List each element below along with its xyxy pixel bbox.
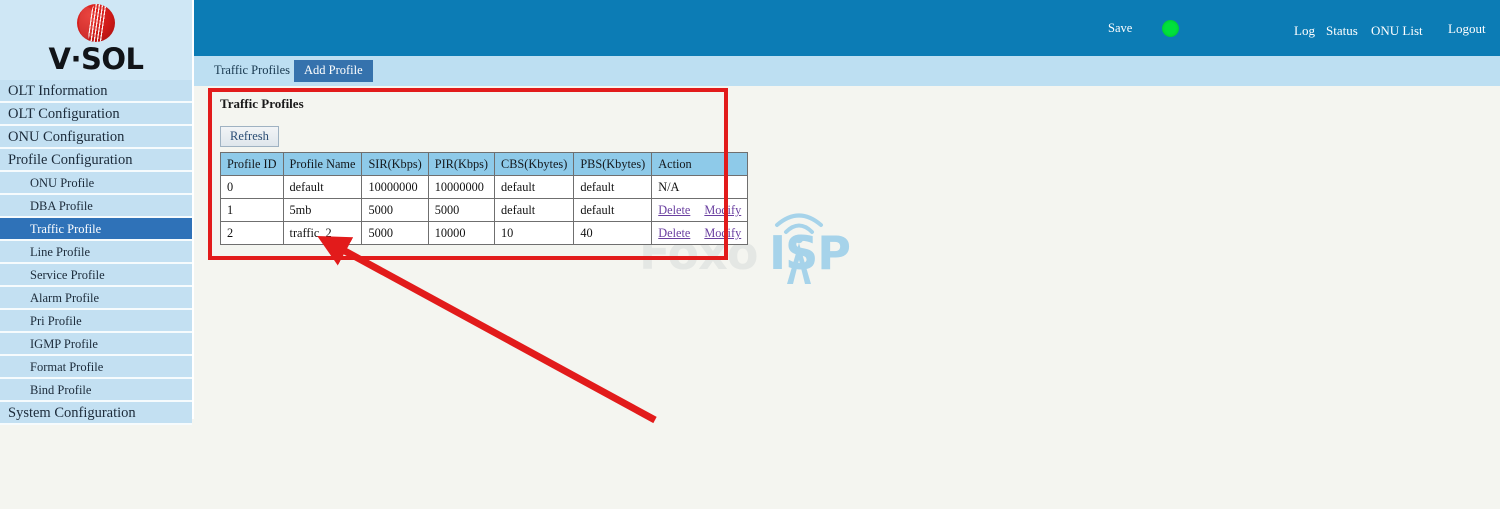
cell-sir: 5000 [361, 198, 429, 223]
sidebar-item-olt-information[interactable]: OLT Information [0, 80, 192, 103]
cell-profile-id: 1 [220, 198, 284, 223]
logout-link[interactable]: Logout [1448, 22, 1486, 35]
log-link[interactable]: Log [1294, 24, 1315, 37]
sidebar-item-pri-profile[interactable]: Pri Profile [0, 310, 192, 333]
cell-profile-name: default [282, 175, 363, 200]
sidebar-item-system-configuration[interactable]: System Configuration [0, 402, 192, 425]
sidebar-item-format-profile[interactable]: Format Profile [0, 356, 192, 379]
cell-sir: 10000000 [361, 175, 429, 200]
cell-pbs: default [573, 175, 653, 200]
column-header-action: Action [651, 152, 749, 177]
cell-action: N/A [651, 175, 749, 200]
cell-sir: 5000 [361, 221, 429, 246]
cell-profile-id: 2 [220, 221, 284, 246]
delete-link[interactable]: Delete [658, 203, 690, 217]
sidebar-item-onu-profile[interactable]: ONU Profile [0, 172, 192, 195]
cell-pir: 10000 [427, 221, 496, 246]
sidebar-item-dba-profile[interactable]: DBA Profile [0, 195, 192, 218]
cell-action: Delete Modify [651, 198, 749, 223]
table-row: 2 traffic_2 5000 10000 10 40 Delete Modif… [220, 221, 749, 246]
column-header-sir: SIR(Kbps) [361, 152, 429, 177]
sidebar-item-service-profile[interactable]: Service Profile [0, 264, 192, 287]
sidebar-item-olt-configuration[interactable]: OLT Configuration [0, 103, 192, 126]
brand-name: V·SOL [48, 42, 144, 76]
cell-cbs: default [494, 198, 575, 223]
cell-cbs: 10 [494, 221, 575, 246]
table-header-row: Profile ID Profile Name SIR(Kbps) PIR(Kb… [220, 152, 749, 177]
cell-pbs: default [573, 198, 653, 223]
save-button[interactable]: Save [1108, 22, 1132, 35]
cell-profile-name: 5mb [282, 198, 363, 223]
panel-title: Traffic Profiles [220, 96, 304, 111]
column-header-cbs: CBS(Kbytes) [494, 152, 575, 177]
sidebar-item-profile-configuration[interactable]: Profile Configuration [0, 149, 192, 172]
table-row: 0 default 10000000 10000000 default defa… [220, 175, 749, 200]
traffic-profiles-table: Profile ID Profile Name SIR(Kbps) PIR(Kb… [220, 152, 749, 246]
cell-profile-name: traffic_2 [282, 221, 363, 246]
column-header-profile-id: Profile ID [220, 152, 284, 177]
cell-cbs: default [494, 175, 575, 200]
cell-action: Delete Modify [651, 221, 749, 246]
sidebar-item-igmp-profile[interactable]: IGMP Profile [0, 333, 192, 356]
column-header-pir: PIR(Kbps) [427, 152, 496, 177]
wifi-tower-icon [775, 213, 823, 284]
refresh-button[interactable]: Refresh [220, 126, 279, 148]
delete-link[interactable]: Delete [658, 226, 690, 240]
cell-pbs: 40 [573, 221, 653, 246]
sidebar: V·SOL OLT Information OLT Configuration … [0, 0, 194, 425]
sidebar-item-bind-profile[interactable]: Bind Profile [0, 379, 192, 402]
cell-pir: 10000000 [427, 175, 496, 200]
vsol-sphere-logo-icon [77, 4, 115, 42]
brand-logo: V·SOL [0, 0, 192, 80]
top-header-bar: Save Log Status ONU List Logout [194, 0, 1500, 56]
modify-link[interactable]: Modify [704, 226, 741, 240]
page-root: V·SOL OLT Information OLT Configuration … [0, 0, 1500, 509]
table-row: 1 5mb 5000 5000 default default Delete Mo… [220, 198, 749, 223]
tab-strip: Traffic Profiles Add Profile [194, 56, 1500, 86]
watermark-isp-text: ISP [769, 226, 851, 280]
content-area: Foxo ISP Traffic Profiles Refresh Profil… [194, 86, 1500, 509]
sidebar-item-alarm-profile[interactable]: Alarm Profile [0, 287, 192, 310]
modify-link[interactable]: Modify [704, 203, 741, 217]
sidebar-item-traffic-profile[interactable]: Traffic Profile [0, 218, 192, 241]
column-header-profile-name: Profile Name [282, 152, 363, 177]
traffic-profiles-panel: Traffic Profiles Refresh Profile ID Prof… [208, 88, 749, 246]
onu-list-link[interactable]: ONU List [1371, 24, 1423, 37]
cell-profile-id: 0 [220, 175, 284, 200]
tab-add-profile[interactable]: Add Profile [294, 60, 373, 82]
green-status-dot-icon [1162, 20, 1179, 37]
column-header-pbs: PBS(Kbytes) [573, 152, 653, 177]
tab-traffic-profiles[interactable]: Traffic Profiles [204, 60, 300, 82]
sidebar-item-line-profile[interactable]: Line Profile [0, 241, 192, 264]
status-link[interactable]: Status [1326, 24, 1358, 37]
sidebar-item-onu-configuration[interactable]: ONU Configuration [0, 126, 192, 149]
cell-pir: 5000 [427, 198, 496, 223]
